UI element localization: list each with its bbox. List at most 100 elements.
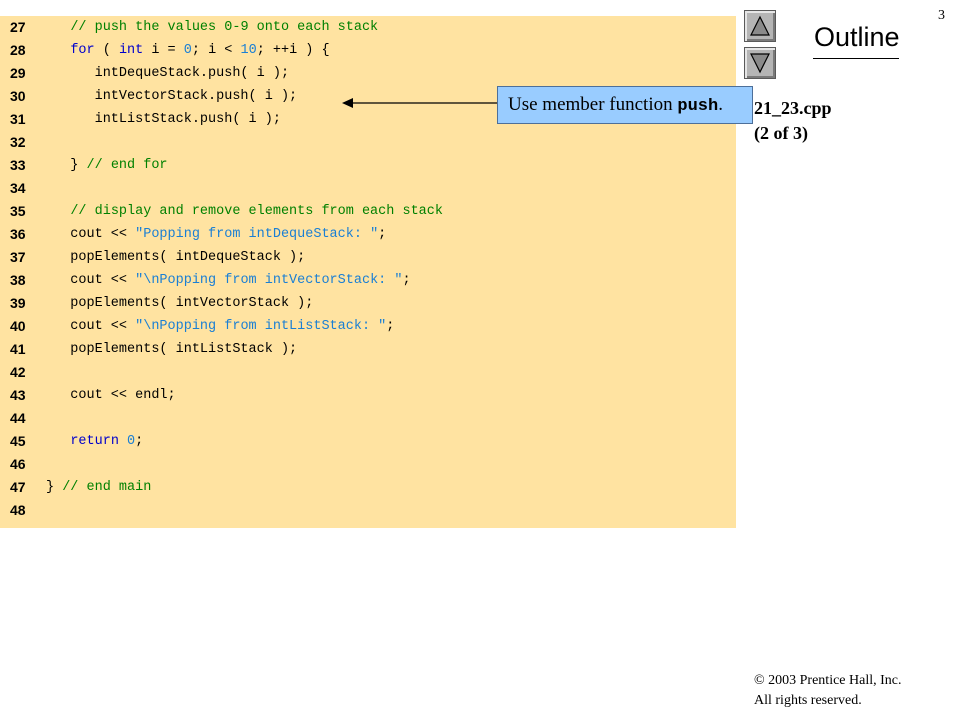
code-token: cout <<: [46, 273, 136, 288]
code-token: "Popping from intDequeStack: ": [135, 227, 379, 242]
code-text: cout << endl;: [46, 384, 176, 407]
code-text: intListStack.push( i );: [46, 108, 281, 131]
code-line: 45 return 0;: [0, 430, 736, 453]
code-text: // push the values 0-9 onto each stack: [46, 16, 378, 39]
code-token: for: [70, 43, 95, 58]
code-token: intVectorStack.push( i );: [46, 89, 298, 104]
code-token: 10: [240, 43, 257, 58]
file-name-label: 21_23.cpp: [754, 98, 832, 118]
code-token: }: [46, 480, 63, 495]
code-token: ;: [378, 227, 387, 242]
code-line: 35 // display and remove elements from e…: [0, 200, 736, 223]
previous-slide-button[interactable]: [744, 10, 776, 42]
line-number: 44: [10, 410, 26, 426]
code-line: 37 popElements( intDequeStack );: [0, 246, 736, 269]
code-token: i =: [143, 43, 184, 58]
outline-divider: [813, 58, 899, 59]
line-number: 43: [10, 387, 26, 403]
line-number: 32: [10, 134, 26, 150]
code-text: intDequeStack.push( i );: [46, 62, 289, 85]
code-token: cout <<: [46, 319, 136, 334]
code-line: 48: [0, 499, 736, 522]
code-line: 28 for ( int i = 0; i < 10; ++i ) {: [0, 39, 736, 62]
code-line: 29 intDequeStack.push( i );: [0, 62, 736, 85]
next-slide-button[interactable]: [744, 47, 776, 79]
code-text: popElements( intListStack );: [46, 338, 297, 361]
line-number: 35: [10, 203, 26, 219]
line-number: 42: [10, 364, 26, 380]
line-number: 48: [10, 502, 26, 518]
code-text: } // end for: [46, 154, 168, 177]
line-number: 33: [10, 157, 26, 173]
code-token: (: [94, 43, 119, 58]
line-number: 40: [10, 318, 26, 334]
callout-text: Use member function: [508, 94, 678, 115]
code-token: // display and remove elements from each…: [70, 204, 443, 219]
code-token: // end for: [86, 158, 168, 173]
line-number: 31: [10, 111, 26, 127]
code-token: "\nPopping from intListStack: ": [135, 319, 387, 334]
line-number: 36: [10, 226, 26, 242]
code-token: popElements( intDequeStack );: [46, 250, 306, 265]
code-token: ;: [135, 434, 144, 449]
code-token: ; ++i ) {: [256, 43, 330, 58]
code-line: 41 popElements( intListStack );: [0, 338, 736, 361]
code-text: cout << "Popping from intDequeStack: ";: [46, 223, 386, 246]
code-token: // end main: [62, 480, 152, 495]
code-token: return: [70, 434, 119, 449]
line-number: 39: [10, 295, 26, 311]
code-text: } // end main: [46, 476, 151, 499]
code-line: 33 } // end for: [0, 154, 736, 177]
code-token: cout << endl;: [46, 388, 176, 403]
code-token: 0: [183, 43, 192, 58]
code-text: cout << "\nPopping from intListStack: ";: [46, 315, 394, 338]
line-number: 45: [10, 433, 26, 449]
code-text: cout << "\nPopping from intVectorStack: …: [46, 269, 411, 292]
code-text: return 0;: [46, 430, 143, 453]
code-token: intDequeStack.push( i );: [46, 66, 290, 81]
line-number: 41: [10, 341, 26, 357]
code-line: 40 cout << "\nPopping from intListStack:…: [0, 315, 736, 338]
code-text: for ( int i = 0; i < 10; ++i ) {: [46, 39, 330, 62]
line-number: 27: [10, 19, 26, 35]
code-token: intListStack.push( i );: [46, 112, 281, 127]
code-token: }: [46, 158, 87, 173]
part-label: (2 of 3): [754, 123, 808, 143]
code-line: 44: [0, 407, 736, 430]
code-text: popElements( intVectorStack );: [46, 292, 313, 315]
line-number: 46: [10, 456, 26, 472]
callout-box: Use member function push.: [497, 86, 753, 124]
code-token: ;: [402, 273, 411, 288]
down-triangle-icon: [750, 53, 770, 74]
code-line: 39 popElements( intVectorStack );: [0, 292, 736, 315]
code-line: 34: [0, 177, 736, 200]
code-token: ;: [386, 319, 395, 334]
code-line: 38 cout << "\nPopping from intVectorStac…: [0, 269, 736, 292]
code-line: 42: [0, 361, 736, 384]
rights-notice: All rights reserved.: [754, 693, 862, 708]
code-token: // push the values 0-9 onto each stack: [70, 20, 379, 35]
code-line: 46: [0, 453, 736, 476]
code-token: popElements( intListStack );: [46, 342, 298, 357]
line-number: 34: [10, 180, 26, 196]
line-number: 38: [10, 272, 26, 288]
line-number: 30: [10, 88, 26, 104]
code-token: int: [118, 43, 144, 58]
line-number: 28: [10, 42, 26, 58]
line-number: 29: [10, 65, 26, 81]
callout-suffix: .: [718, 94, 723, 115]
line-number: 47: [10, 479, 26, 495]
code-line: 36 cout << "Popping from intDequeStack: …: [0, 223, 736, 246]
code-token: "\nPopping from intVectorStack: ": [135, 273, 403, 288]
code-token: ; i <: [191, 43, 241, 58]
code-text: popElements( intDequeStack );: [46, 246, 305, 269]
code-line: 47} // end main: [0, 476, 736, 499]
code-token: popElements( intVectorStack );: [46, 296, 314, 311]
up-triangle-icon: [750, 15, 770, 36]
callout-arrow-icon: [342, 98, 498, 108]
outline-title: Outline: [814, 22, 900, 52]
